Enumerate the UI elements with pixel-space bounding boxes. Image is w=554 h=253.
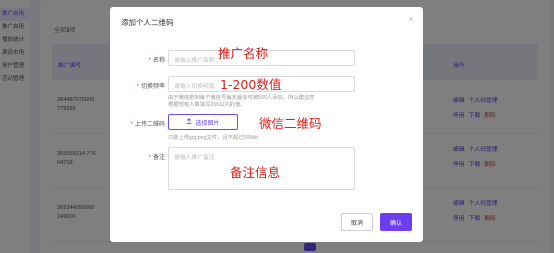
name-label-text: 名称 (152, 58, 165, 64)
cancel-button[interactable]: 取消 (341, 213, 373, 231)
name-annotation: 推广名称 (218, 46, 269, 61)
add-qr-dialog: 添加个人二维码 × * 名称 请输入推广名称 推广名称 * 切换频率 请输入切换频率… (110, 7, 423, 242)
frequency-placeholder: 请输入切换频率 (174, 84, 215, 90)
dialog-title: 添加个人二维码 (121, 18, 174, 27)
required-mark: * (136, 84, 139, 90)
choose-image-label: 选择图片 (195, 120, 220, 127)
remark-placeholder: 请输入推广备注 (174, 155, 215, 161)
name-placeholder: 请输入推广名称 (174, 58, 215, 64)
frequency-annotation: 1-200数值 (220, 77, 282, 92)
remark-label: * 备注 (110, 152, 165, 161)
frequency-hint-line-2: 根据现有人数填写200以内的值。 (168, 101, 246, 108)
qr-annotation: 微信二维码 (259, 116, 322, 131)
remark-label-text: 备注 (152, 155, 165, 161)
frequency-label: * 切换频率 (110, 81, 165, 90)
name-label: * 名称 (110, 55, 165, 64)
required-mark: * (130, 122, 133, 128)
required-mark: * (148, 58, 151, 64)
required-mark: * (148, 155, 151, 161)
close-icon[interactable]: × (408, 15, 413, 24)
upload-label-text: 上传二维码 (134, 122, 165, 128)
confirm-button[interactable]: 确认 (380, 213, 412, 231)
upload-icon (186, 118, 192, 126)
choose-image-button[interactable]: 选择图片 (168, 114, 238, 130)
frequency-label-text: 切换频率 (140, 84, 165, 90)
remark-annotation: 备注信息 (230, 165, 281, 180)
frequency-hint: 由于微信限制每个微信号每天最多可被500人添加，所以建议您 根据现有人数填写20… (168, 95, 358, 108)
upload-hint: 只能上传jpg/png文件，且不超过500kb (168, 135, 259, 141)
upload-label: * 上传二维码 (110, 119, 165, 128)
